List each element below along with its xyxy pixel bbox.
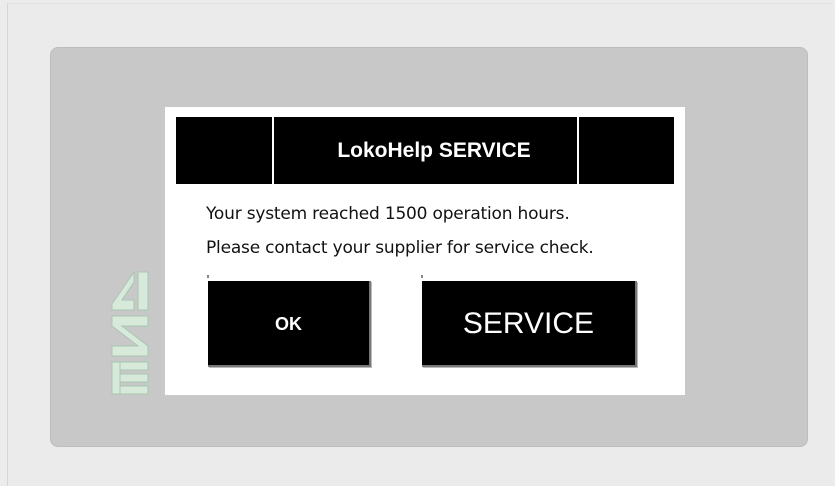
header-divider	[272, 117, 274, 184]
brand-logo-icon	[111, 270, 149, 395]
dialog-header: LokoHelp SERVICE	[176, 117, 674, 184]
dialog-title: LokoHelp SERVICE	[337, 139, 531, 162]
service-dialog: LokoHelp SERVICE Your system reached 150…	[165, 107, 685, 395]
message-line-1: Your system reached 1500 operation hours…	[206, 204, 570, 224]
message-line-2: Please contact your supplier for service…	[206, 238, 594, 258]
button-marker	[421, 275, 423, 278]
ok-button[interactable]: OK	[208, 281, 371, 367]
service-button[interactable]: SERVICE	[422, 281, 637, 367]
button-marker	[207, 275, 209, 278]
